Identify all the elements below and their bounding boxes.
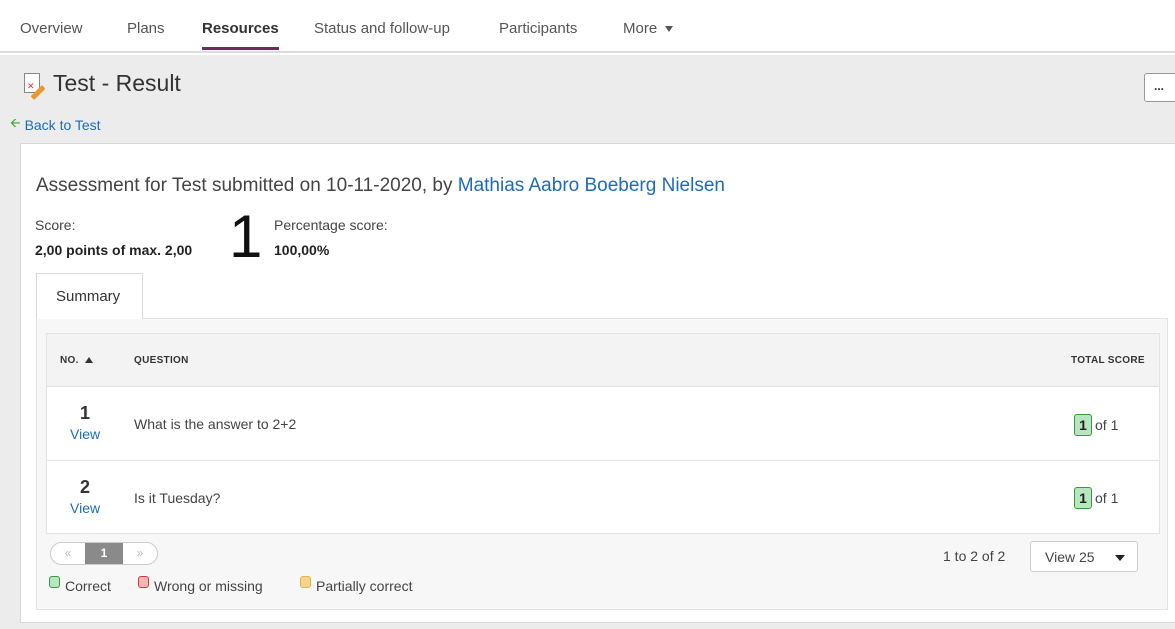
page-size-select[interactable]: View 25 [1030,541,1138,572]
page-title: ✕ Test - Result [24,70,181,100]
table-header [47,334,1159,387]
tab-more[interactable]: More [623,20,674,37]
pagination: « 1 » [50,542,158,565]
more-options-button[interactable]: ... [1144,73,1175,102]
column-header-total-score[interactable]: TOTAL SCORE [1071,355,1145,366]
tab-participants[interactable]: Participants [499,20,577,37]
row-1-view-link[interactable]: View [70,426,100,442]
legend-correct: Correct [49,576,111,594]
row-1-score-chip: 1 [1074,414,1092,436]
row-1-score-max: of 1 [1095,417,1119,433]
sort-ascending-icon [84,357,93,363]
test-result-icon: ✕ [24,72,46,100]
correct-swatch-icon [49,576,60,588]
column-header-question[interactable]: QUESTION [134,355,189,366]
assessment-user-link[interactable]: Mathias Aabro Boeberg Nielsen [458,175,725,196]
page-size-value: View 25 [1045,549,1095,565]
chevron-down-icon [665,26,674,33]
legend-wrong: Wrong or missing [138,576,263,594]
wrong-swatch-icon [138,576,149,588]
pagination-next-button[interactable]: » [123,543,157,564]
column-header-no[interactable]: NO. [60,355,93,366]
row-1-question: What is the answer to 2+2 [134,416,297,432]
assessment-heading-text: Assessment for Test submitted on 10-11-2… [36,175,458,196]
pagination-prev-button[interactable]: « [51,543,85,564]
row-2-score: 1 of 1 [1074,487,1118,509]
row-2-score-chip: 1 [1074,487,1092,509]
tab-summary[interactable]: Summary [36,273,143,319]
back-link-label: Back to Test [24,117,101,133]
score-value: 2,00 points of max. 2,00 [35,242,193,258]
tab-overview[interactable]: Overview [20,20,83,37]
legend-partial: Partially correct [300,576,413,594]
row-1-number: 1 [79,403,90,423]
row-divider [47,460,1159,461]
back-link[interactable]: 🡨 Back to Test [10,114,101,136]
back-arrow-icon: 🡨 [10,115,21,130]
percentage-score-value: 100,00% [274,242,330,258]
row-2-score-max: of 1 [1095,490,1119,506]
row-1-score: 1 of 1 [1074,414,1118,436]
score-label: Score: [35,217,76,233]
legend-correct-label: Correct [65,578,111,594]
top-nav: Overview Plans Resources Status and foll… [0,0,1175,53]
legend-partial-label: Partially correct [316,578,413,594]
chevron-down-icon [1115,555,1125,561]
column-header-no-label: NO. [60,355,79,366]
annotation-number-1: 1 [229,203,263,270]
legend-wrong-label: Wrong or missing [154,578,263,594]
tab-status-and-follow-up[interactable]: Status and follow-up [314,20,450,37]
pagination-range: 1 to 2 of 2 [943,548,1006,564]
tab-resources[interactable]: Resources [202,20,279,50]
assessment-heading: Assessment for Test submitted on 10-11-2… [36,175,725,197]
tab-more-label: More [623,20,658,37]
row-2-number: 2 [79,477,90,497]
row-2-question: Is it Tuesday? [134,490,221,506]
percentage-score-label: Percentage score: [274,217,388,233]
partial-swatch-icon [300,576,311,588]
page-title-text: Test - Result [53,70,181,96]
pagination-page-1[interactable]: 1 [85,543,123,564]
row-2-view-link[interactable]: View [70,500,100,516]
tab-plans[interactable]: Plans [127,20,165,37]
